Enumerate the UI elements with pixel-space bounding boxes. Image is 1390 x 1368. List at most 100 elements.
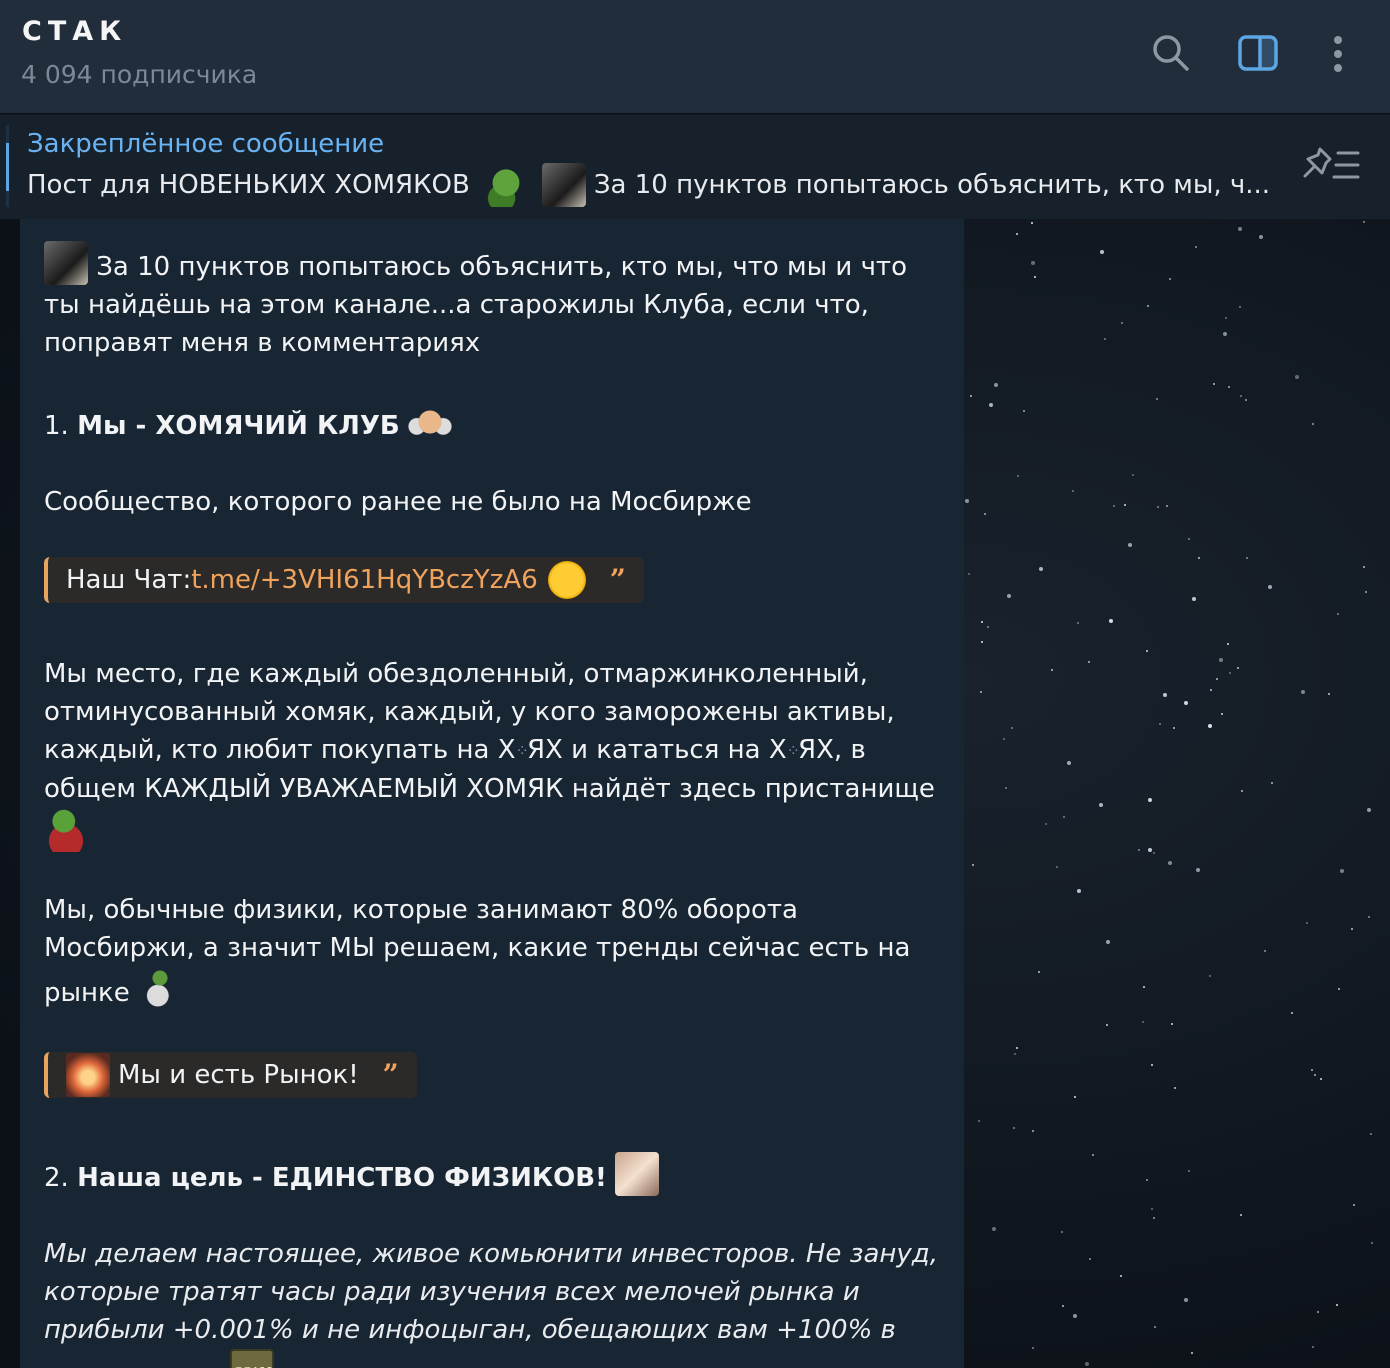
star-dot <box>1146 650 1148 652</box>
star-dot <box>1120 1275 1122 1277</box>
star-dot <box>1159 723 1161 725</box>
star-dot <box>968 573 970 575</box>
star-dot <box>1032 1130 1034 1132</box>
quote-mark-icon: ” <box>609 563 626 596</box>
star-dot <box>1338 988 1340 990</box>
star-dot <box>1023 410 1025 412</box>
message-text: За 10 пунктов попытаюсь объяснить, кто м… <box>44 241 944 1368</box>
star-dot <box>1003 738 1005 740</box>
star-dot <box>1184 1298 1188 1302</box>
walking-frog-emoji-icon <box>138 967 182 1011</box>
star-dot <box>1089 1258 1091 1260</box>
star-dot <box>980 691 982 693</box>
star-dot <box>1229 672 1231 674</box>
star-dot <box>1005 787 1007 789</box>
star-dot <box>1169 278 1171 280</box>
point-2-italic-text: Мы делаем настоящее, живое комьюнити инв… <box>44 1239 939 1368</box>
star-dot <box>1240 395 1242 397</box>
star-dot <box>1067 761 1071 765</box>
pinned-indicator-active <box>6 143 9 191</box>
star-dot <box>1142 1021 1144 1023</box>
star-dot <box>965 499 969 503</box>
star-dot <box>1195 246 1197 248</box>
message-bubble[interactable]: За 10 пунктов попытаюсь объяснить, кто м… <box>20 219 964 1368</box>
star-dot <box>1077 622 1079 624</box>
man-avatar-emoji-icon <box>44 241 88 285</box>
channel-title[interactable]: СТАК <box>22 16 127 47</box>
star-dot <box>1237 667 1239 669</box>
star-dot <box>1370 1133 1372 1135</box>
star-dot <box>994 383 998 387</box>
star-dot <box>1154 1326 1156 1328</box>
star-dot <box>1196 868 1200 872</box>
star-dot <box>1363 221 1365 223</box>
point-1-title: Мы - ХОМЯЧИЙ КЛУБ <box>77 411 400 441</box>
star-dot <box>1365 591 1367 593</box>
star-dot <box>1245 399 1247 401</box>
point-2-heading: 2. Наша цель - ЕДИНСТВО ФИЗИКОВ! <box>44 1152 944 1197</box>
star-dot <box>1146 1179 1148 1181</box>
star-dot <box>1314 1074 1316 1076</box>
star-dot <box>1148 848 1152 852</box>
point-2-title: Наша цель - ЕДИНСТВО ФИЗИКОВ! <box>77 1163 607 1193</box>
sidebar-toggle-button[interactable] <box>1233 28 1283 78</box>
star-dot <box>1106 940 1110 944</box>
star-dot <box>1225 317 1227 319</box>
star-dot <box>1031 222 1033 224</box>
star-dot <box>1228 386 1230 388</box>
star-dot <box>981 641 983 643</box>
star-dot <box>1208 724 1212 728</box>
chat-link[interactable]: t.me/+3VHI61HqYBczYzA6 <box>191 561 538 599</box>
star-dot <box>1173 727 1175 729</box>
pinned-text[interactable]: Пост для НОВЕНЬКИХ ХОМЯКОВ За 10 пунктов… <box>27 163 1287 207</box>
star-dot <box>1238 227 1242 231</box>
market-quote: Мы и есть Рынок! ” <box>44 1052 417 1098</box>
physics-paragraph: Мы, обычные физики, которые занимают 80%… <box>44 891 944 1012</box>
star-dot <box>1113 505 1115 507</box>
intro-text: За 10 пунктов попытаюсь объяснить, кто м… <box>44 252 907 358</box>
star-dot <box>1151 1064 1153 1066</box>
search-button[interactable] <box>1146 28 1196 78</box>
hamster-emoji-icon <box>407 400 452 444</box>
frog-blanket-emoji-icon <box>44 808 88 852</box>
star-dot <box>1014 1053 1016 1055</box>
star-dot <box>1367 808 1371 812</box>
star-dot <box>1072 490 1074 492</box>
star-dot <box>1100 250 1104 254</box>
star-dot <box>1351 928 1353 930</box>
star-dot <box>1168 861 1172 865</box>
place-paragraph: Мы место, где каждый обездоленный, отмар… <box>44 655 944 853</box>
star-dot <box>1148 798 1152 802</box>
chat-header[interactable]: СТАК 4 094 подписчика <box>0 0 1390 114</box>
star-dot <box>1371 1242 1373 1244</box>
star-dot <box>1301 690 1305 694</box>
point-1-heading: 1. Мы - ХОМЯЧИЙ КЛУБ <box>44 400 944 445</box>
star-dot <box>1039 567 1043 571</box>
star-dot <box>1295 375 1299 379</box>
star-dot <box>1147 305 1149 307</box>
pinned-text-part2: За 10 пунктов попытаюсь объяснить, кто м… <box>593 170 1271 200</box>
star-dot <box>1227 643 1229 645</box>
star-dot <box>1317 1311 1319 1313</box>
star-dot <box>1151 1208 1153 1210</box>
star-dot <box>1210 689 1212 691</box>
star-dot <box>1061 1231 1063 1233</box>
place-text-b: ЯХ и кататься на Х <box>526 735 787 765</box>
star-dot <box>1336 1304 1338 1306</box>
pinned-list-button[interactable] <box>1300 143 1364 187</box>
star-dot <box>992 1227 996 1231</box>
star-dot <box>1353 1204 1355 1206</box>
star-dot <box>1088 661 1090 663</box>
star-dot <box>984 513 986 515</box>
star-dot <box>1109 619 1113 623</box>
star-dot <box>1328 693 1330 695</box>
more-options-button[interactable] <box>1313 28 1363 78</box>
chat-link-label: Наш Чат: <box>66 565 192 595</box>
pinned-list-icon <box>1303 147 1360 179</box>
fire-emoji-icon <box>66 1053 110 1097</box>
star-dot <box>1306 922 1308 924</box>
market-quote-text: Мы и есть Рынок! <box>118 1060 359 1090</box>
pinned-message-bar[interactable]: Закреплённое сообщение Пост для НОВЕНЬКИ… <box>0 115 1390 219</box>
star-dot <box>1188 1170 1190 1172</box>
quote-mark-icon: ” <box>382 1058 399 1091</box>
